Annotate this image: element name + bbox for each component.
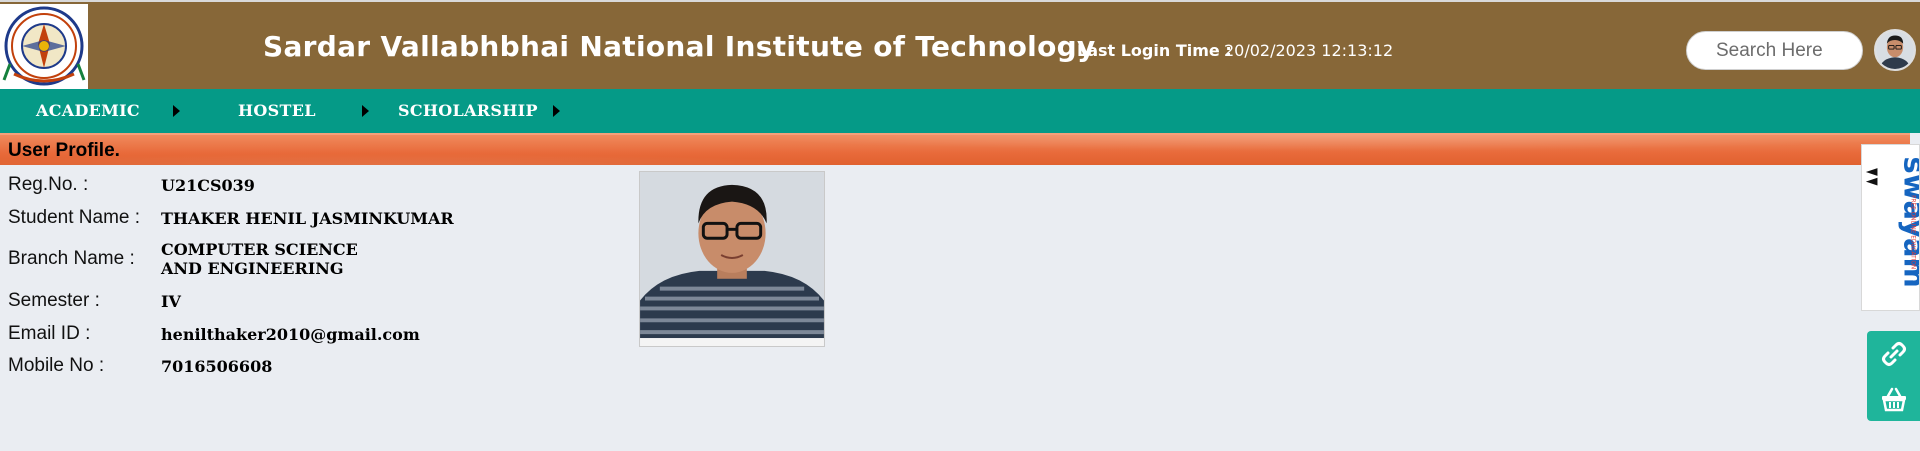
side-action-panel [1867, 331, 1920, 421]
branch-name-label: Branch Name : [8, 248, 135, 269]
student-name-label: Student Name : [8, 207, 141, 228]
semester-label: Semester : [8, 290, 100, 311]
caret-right-icon[interactable] [553, 105, 560, 117]
top-header: Sardar Vallabhbhai National Institute of… [0, 0, 1920, 91]
caret-right-icon[interactable] [173, 105, 180, 117]
link-icon [1881, 341, 1906, 366]
site-title: Sardar Vallabhbhai National Institute of… [263, 30, 1096, 63]
email-label: Email ID : [8, 323, 91, 344]
svg-text:FREE ONLINE EDUCATION: FREE ONLINE EDUCATION [1909, 195, 1915, 269]
nav-item-scholarship[interactable]: SCHOLARSHIP [398, 89, 538, 133]
email-value: henilthaker2010@gmail.com [161, 325, 420, 344]
last-login-label: Last Login Time : [1077, 41, 1232, 60]
reg-no-label: Reg.No. : [8, 174, 89, 195]
reg-no-value: U21CS039 [161, 176, 255, 195]
nav-item-academic[interactable]: ACADEMIC [36, 89, 140, 133]
nav-item-hostel[interactable]: HOSTEL [238, 89, 316, 133]
profile-banner: User Profile. [0, 133, 1910, 165]
institute-logo[interactable] [0, 4, 88, 91]
link-button[interactable] [1867, 331, 1920, 376]
last-login-value: 20/02/2023 12:13:12 [1224, 41, 1394, 60]
semester-value: IV [161, 292, 181, 311]
main-nav: ACADEMIC HOSTEL SCHOLARSHIP [0, 89, 1920, 133]
student-photo [639, 171, 825, 347]
section-title: User Profile. [8, 140, 120, 161]
user-avatar[interactable] [1874, 29, 1916, 71]
mobile-label: Mobile No : [8, 355, 105, 376]
search-input[interactable] [1686, 31, 1863, 70]
student-name-value: THAKER HENIL JASMINKUMAR [161, 209, 454, 228]
basket-icon [1881, 387, 1906, 411]
branch-name-value: COMPUTER SCIENCE AND ENGINEERING [161, 240, 358, 278]
basket-button[interactable] [1867, 376, 1920, 421]
caret-right-icon[interactable] [362, 105, 369, 117]
mobile-value: 7016506608 [161, 357, 273, 376]
swayam-logo[interactable]: swayam FREE ONLINE EDUCATION [1861, 144, 1920, 311]
